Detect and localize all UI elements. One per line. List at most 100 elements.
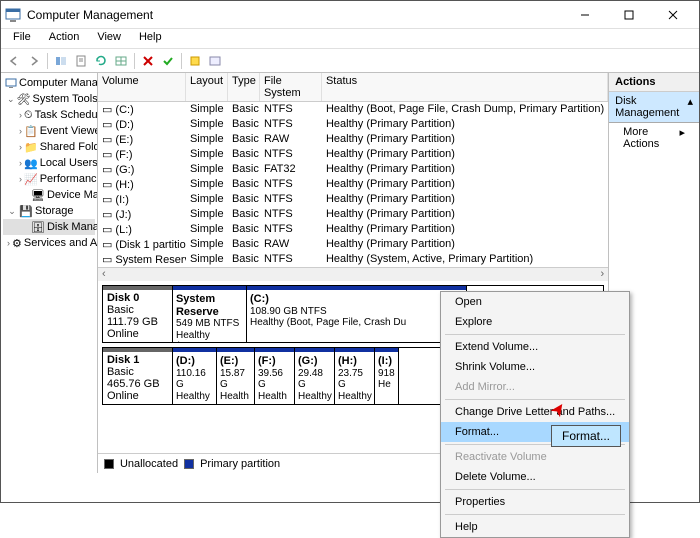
scheduler-icon: ⏲ xyxy=(24,108,33,122)
volume-row[interactable]: ▭ (E:)SimpleBasicRAWHealthy (Primary Par… xyxy=(98,132,608,147)
disk-info: Disk 0Basic111.79 GBOnline xyxy=(103,286,173,342)
context-menu: Open Explore Extend Volume... Shrink Vol… xyxy=(440,291,630,538)
tree-root[interactable]: Computer Management (Local xyxy=(19,77,98,89)
actions-selected[interactable]: Disk Management▴ xyxy=(609,92,699,123)
expand-toggle[interactable]: ⌄ xyxy=(7,94,15,105)
tools-icon: 🛠 xyxy=(17,92,31,106)
col-fs[interactable]: File System xyxy=(260,73,322,101)
partition[interactable]: System Reserve549 MB NTFSHealthy (System… xyxy=(173,286,247,342)
partition[interactable]: (H:)23.75 GHealthy xyxy=(335,348,375,404)
expand-toggle[interactable]: › xyxy=(19,142,22,152)
legend-swatch-primary xyxy=(184,459,194,469)
ctx-change-letter[interactable]: Change Drive Letter and Paths... xyxy=(441,402,629,422)
volume-row[interactable]: ▭ (G:)SimpleBasicFAT32Healthy (Primary P… xyxy=(98,162,608,177)
partition[interactable]: (I:)918He xyxy=(375,348,399,404)
tree-shared[interactable]: Shared Folders xyxy=(40,141,98,153)
volume-list[interactable]: Volume Layout Type File System Status ▭ … xyxy=(98,73,608,267)
export-list-button[interactable] xyxy=(112,52,130,70)
tree-services[interactable]: Services and Applications xyxy=(24,237,98,249)
volume-row[interactable]: ▭ (Disk 1 partition 2)SimpleBasicRAWHeal… xyxy=(98,237,608,252)
partition[interactable]: (F:)39.56 GHealth xyxy=(255,348,295,404)
properties-button[interactable] xyxy=(72,52,90,70)
ctx-open[interactable]: Open xyxy=(441,292,629,312)
menu-view[interactable]: View xyxy=(89,29,129,48)
ctx-shrink[interactable]: Shrink Volume... xyxy=(441,357,629,377)
tree-systools[interactable]: System Tools xyxy=(33,93,98,105)
disk-icon: 🗄 xyxy=(31,220,45,234)
refresh-button[interactable] xyxy=(92,52,110,70)
storage-icon: 💾 xyxy=(19,204,33,218)
ctx-extend[interactable]: Extend Volume... xyxy=(441,337,629,357)
partition[interactable]: (G:)29.48 GHealthy xyxy=(295,348,335,404)
tree-storage[interactable]: Storage xyxy=(35,205,74,217)
tree-eventvwr[interactable]: Event Viewer xyxy=(40,125,98,137)
col-layout[interactable]: Layout xyxy=(186,73,228,101)
expand-toggle[interactable]: › xyxy=(19,110,22,120)
perf-icon: 📈 xyxy=(24,172,38,186)
toolbar xyxy=(1,49,699,73)
check-button[interactable] xyxy=(159,52,177,70)
menu-bar: File Action View Help xyxy=(1,29,699,49)
tree-localusers[interactable]: Local Users and Groups xyxy=(40,157,98,169)
menu-file[interactable]: File xyxy=(5,29,39,48)
app-icon xyxy=(5,7,21,23)
ctx-reactivate: Reactivate Volume xyxy=(441,447,629,467)
volume-row[interactable]: ▭ (D:)SimpleBasicNTFSHealthy (Primary Pa… xyxy=(98,117,608,132)
back-button[interactable] xyxy=(5,52,23,70)
partition[interactable]: (C:)108.90 GB NTFSHealthy (Boot, Page Fi… xyxy=(247,286,467,342)
legend-primary: Primary partition xyxy=(200,458,280,470)
volume-row[interactable]: ▭ (H:)SimpleBasicNTFSHealthy (Primary Pa… xyxy=(98,177,608,192)
volume-row[interactable]: ▭ (C:)SimpleBasicNTFSHealthy (Boot, Page… xyxy=(98,102,608,117)
services-icon: ⚙ xyxy=(12,236,22,250)
show-hide-tree-button[interactable] xyxy=(52,52,70,70)
volume-row[interactable]: ▭ (F:)SimpleBasicNTFSHealthy (Primary Pa… xyxy=(98,147,608,162)
legend-unallocated: Unallocated xyxy=(120,458,178,470)
tree-diskmgmt[interactable]: Disk Management xyxy=(47,221,98,233)
col-type[interactable]: Type xyxy=(228,73,260,101)
minimize-button[interactable] xyxy=(563,1,607,29)
legend-swatch-unallocated xyxy=(104,459,114,469)
users-icon: 👥 xyxy=(24,156,38,170)
partition[interactable]: (E:)15.87 GHealth xyxy=(217,348,255,404)
expand-toggle[interactable]: › xyxy=(19,158,22,168)
ctx-delete[interactable]: Delete Volume... xyxy=(441,467,629,487)
folder-icon: 📁 xyxy=(24,140,38,154)
forward-button[interactable] xyxy=(25,52,43,70)
maximize-button[interactable] xyxy=(607,1,651,29)
volume-row[interactable]: ▭ (J:)SimpleBasicNTFSHealthy (Primary Pa… xyxy=(98,207,608,222)
partition[interactable]: (D:)110.16 GHealthy xyxy=(173,348,217,404)
expand-toggle[interactable]: › xyxy=(19,126,22,136)
actions-more[interactable]: More Actions▸ xyxy=(609,123,699,153)
title-bar: Computer Management xyxy=(1,1,699,29)
menu-help[interactable]: Help xyxy=(131,29,170,48)
close-button[interactable] xyxy=(651,1,695,29)
annotation-tooltip: Format... xyxy=(551,425,621,447)
volume-row[interactable]: ▭ (I:)SimpleBasicNTFSHealthy (Primary Pa… xyxy=(98,192,608,207)
event-icon: 📋 xyxy=(24,124,38,138)
col-status[interactable]: Status xyxy=(322,73,608,101)
action-wizard-button[interactable] xyxy=(186,52,204,70)
tree-perf[interactable]: Performance xyxy=(40,173,98,185)
expand-toggle[interactable]: ⌄ xyxy=(7,206,17,217)
delete-button[interactable] xyxy=(139,52,157,70)
device-icon: 🖥 xyxy=(31,188,45,202)
col-volume[interactable]: Volume xyxy=(98,73,186,101)
column-headers: Volume Layout Type File System Status xyxy=(98,73,608,102)
ctx-help[interactable]: Help xyxy=(441,517,629,537)
window-title: Computer Management xyxy=(27,8,563,22)
volume-row[interactable]: ▭ (L:)SimpleBasicNTFSHealthy (Primary Pa… xyxy=(98,222,608,237)
disk-info: Disk 1Basic465.76 GBOnline xyxy=(103,348,173,404)
menu-action[interactable]: Action xyxy=(41,29,88,48)
settings-button[interactable] xyxy=(206,52,224,70)
expand-toggle[interactable]: › xyxy=(7,238,10,248)
expand-toggle[interactable]: › xyxy=(19,174,22,184)
tree-tasksched[interactable]: Task Scheduler xyxy=(35,109,98,121)
ctx-explore[interactable]: Explore xyxy=(441,312,629,332)
h-scrollbar[interactable]: ‹› xyxy=(98,267,608,281)
console-tree[interactable]: Computer Management (Local ⌄🛠System Tool… xyxy=(1,73,98,473)
collapse-icon: ▴ xyxy=(687,95,693,119)
volume-row[interactable]: ▭ System Reserved (K:)SimpleBasicNTFSHea… xyxy=(98,252,608,267)
ctx-add-mirror: Add Mirror... xyxy=(441,377,629,397)
ctx-properties[interactable]: Properties xyxy=(441,492,629,512)
tree-devmgr[interactable]: Device Manager xyxy=(47,189,98,201)
